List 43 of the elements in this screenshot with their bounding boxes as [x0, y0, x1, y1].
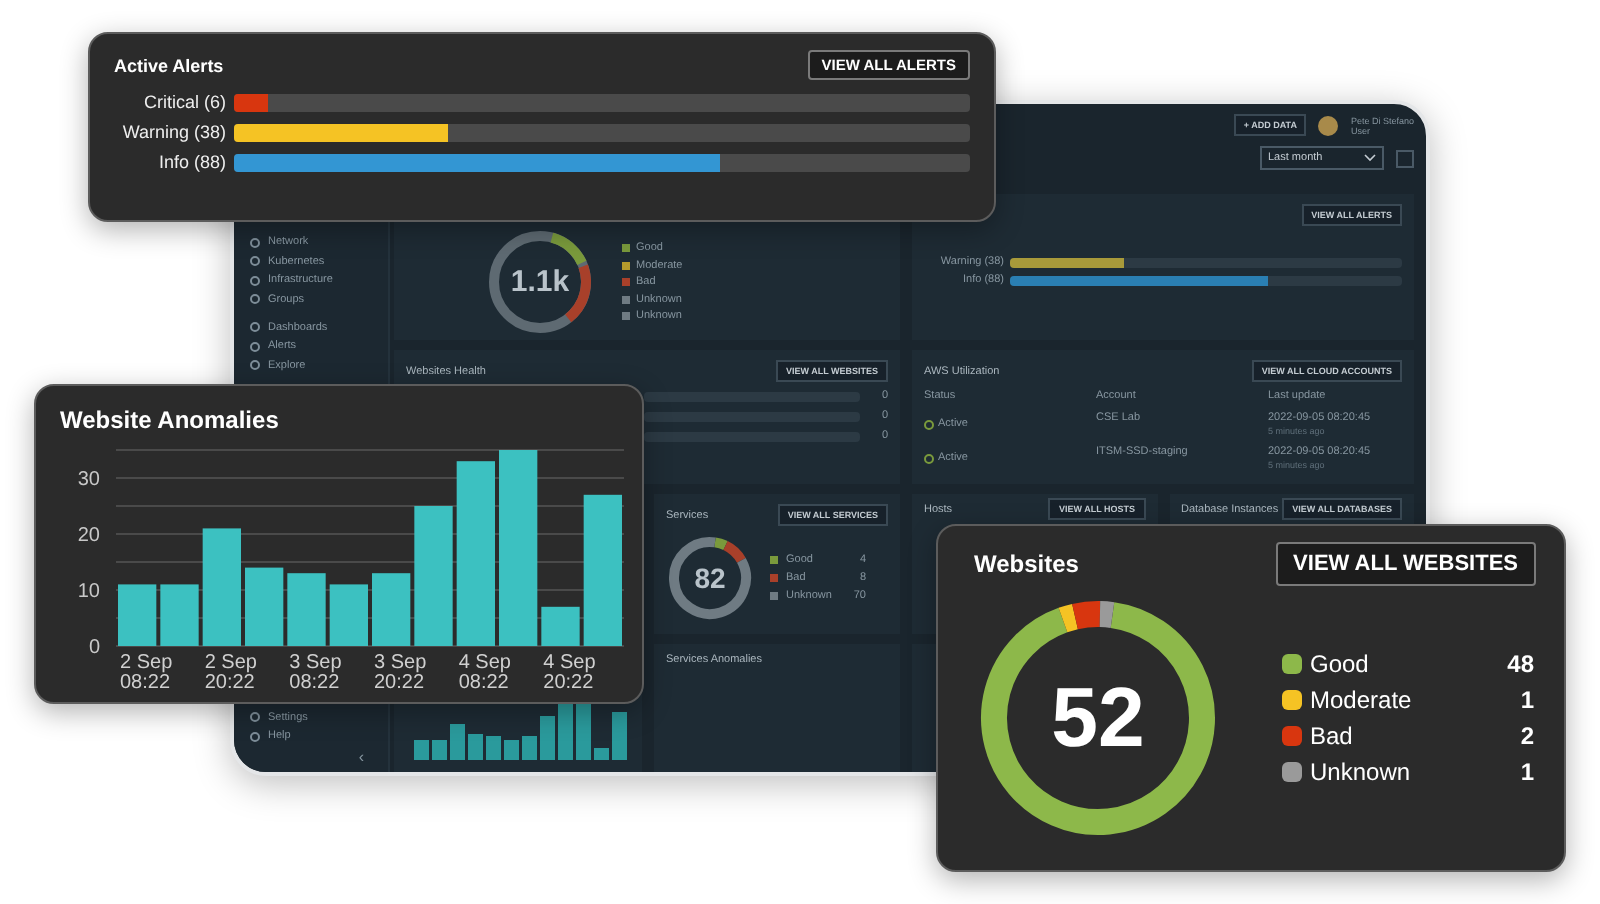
axis-tick-label: 2 Sep 20:22 — [204, 652, 257, 694]
check-icon — [924, 419, 934, 429]
alert-label: Warning (38) — [120, 122, 226, 142]
ring-chart-drawing — [489, 231, 591, 333]
axis-tick-label: 3 Sep 20:22 — [374, 652, 427, 694]
chart-bar — [118, 584, 157, 646]
chart-bar — [287, 573, 326, 646]
legend-label: Good — [1310, 650, 1371, 678]
legend-value: 1 — [1518, 758, 1534, 786]
axis-tick-label: 4 Sep 08:22 — [458, 652, 511, 694]
chart-bar — [414, 506, 453, 646]
axis-tick-label: 10 — [77, 581, 100, 603]
axis-tick-label: 3 Sep 08:22 — [289, 652, 342, 694]
legend-label: Moderate — [1310, 686, 1414, 714]
collapse-button[interactable]: ‹ — [358, 750, 364, 764]
legend-value: 48 — [1505, 650, 1534, 678]
total-count: 1.1k — [510, 267, 570, 297]
chevron-down-icon — [1364, 154, 1376, 162]
chart-bar — [372, 573, 411, 646]
card-title: Website Anomalies — [60, 406, 281, 434]
legend-label: Unknown — [1310, 758, 1413, 786]
legend-value: 2 — [1518, 722, 1534, 750]
chart-bar — [160, 584, 199, 646]
chart-bar — [329, 584, 368, 646]
legend-label: Bad — [1310, 722, 1355, 750]
card-title: Active Alerts — [114, 55, 224, 75]
axis-tick-label: 4 Sep 20:22 — [543, 652, 596, 694]
check-icon — [924, 453, 934, 463]
alert-label: Info (88) — [156, 152, 226, 172]
legend-value: 1 — [1518, 686, 1534, 714]
axis-tick-label: 20 — [77, 525, 100, 547]
chart-bar — [245, 567, 284, 646]
total-count: 52 — [1051, 676, 1145, 760]
card-title: Websites — [974, 550, 1079, 578]
axis-tick-label: 2 Sep 08:22 — [120, 652, 173, 694]
view-all-websites-button[interactable]: VIEW ALL WEBSITES — [1275, 542, 1536, 586]
axis-tick-label: 30 — [77, 469, 100, 491]
axis-tick-label: 0 — [88, 637, 100, 659]
avatar-icon[interactable] — [1318, 115, 1339, 135]
alert-label: Critical (6) — [141, 92, 226, 112]
chart-bar — [202, 528, 241, 646]
total-count: 82 — [694, 564, 726, 592]
chart-bar — [541, 606, 580, 646]
